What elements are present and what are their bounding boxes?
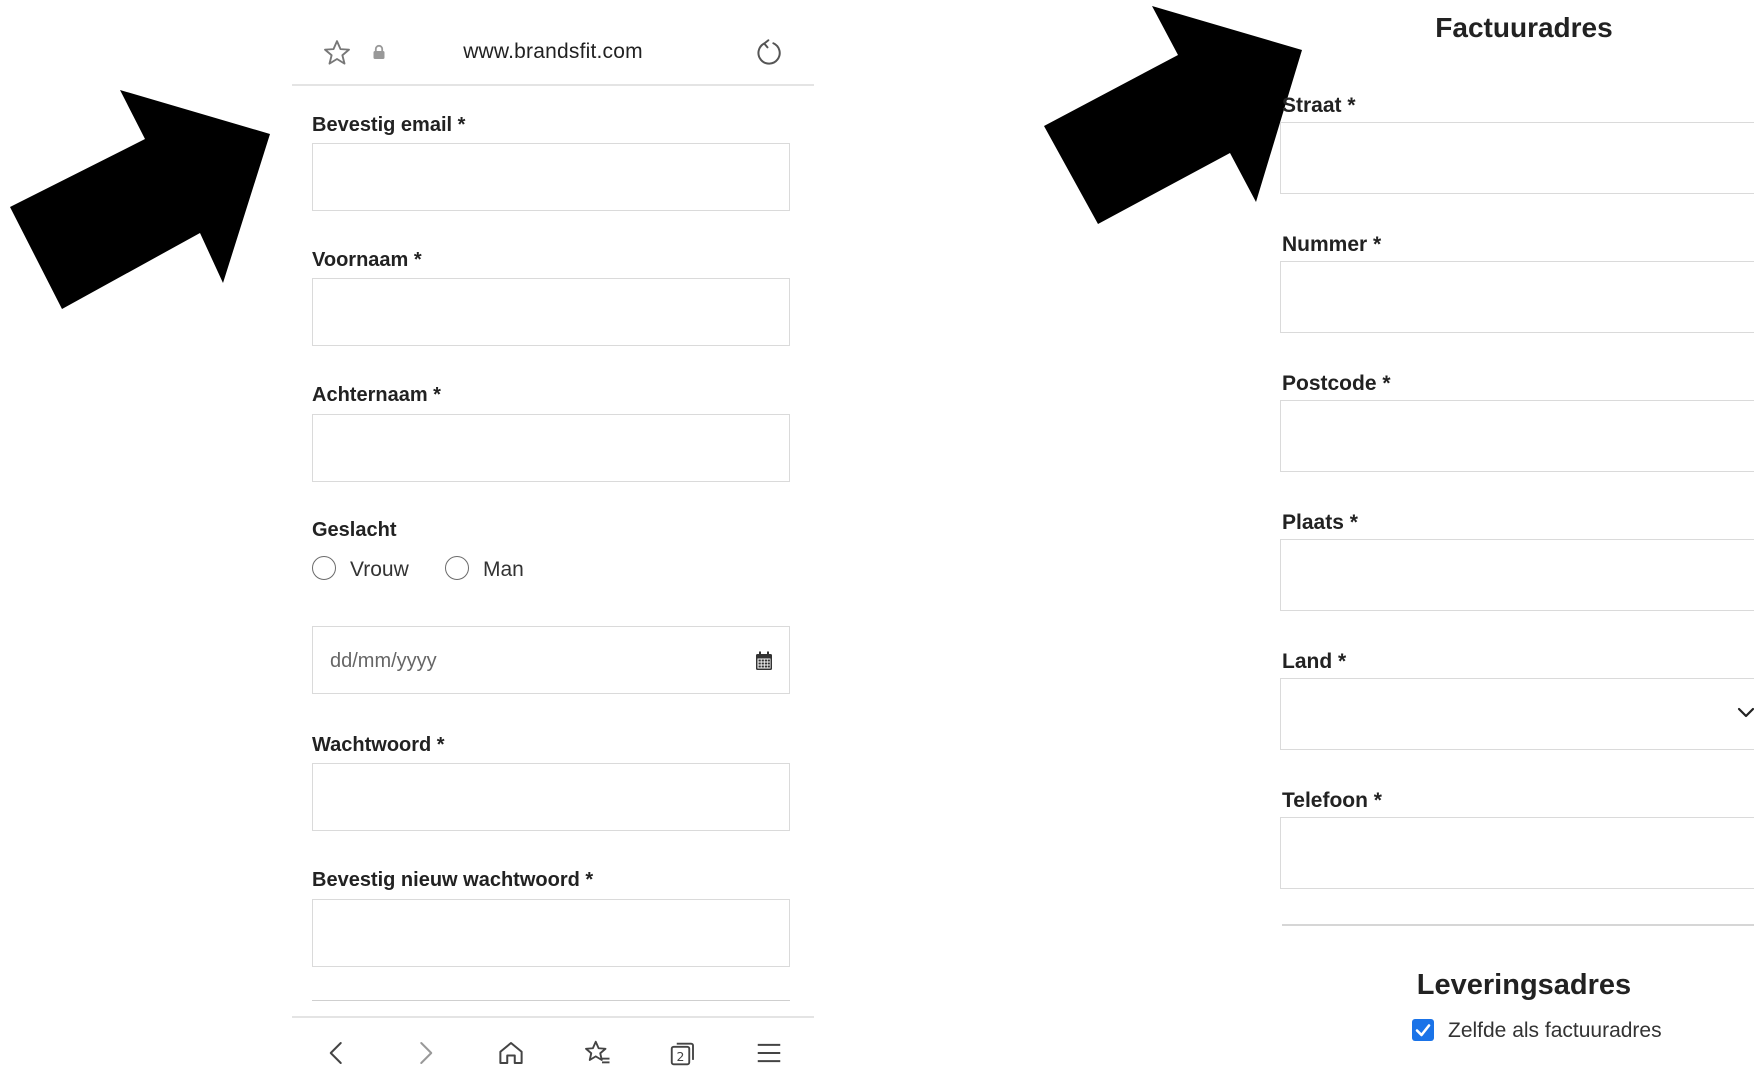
delivery-address-title: Leveringsadres: [1416, 969, 1632, 1001]
postcode-field-group: Postcode *: [1282, 372, 1754, 396]
city-input[interactable]: [1280, 539, 1754, 611]
gender-radio-vrouw[interactable]: [312, 556, 336, 580]
reload-icon[interactable]: [754, 38, 784, 68]
confirm-password-input[interactable]: [312, 899, 790, 967]
billing-address-panel: Factuuradres Straat * Nummer * Postcode …: [1280, 0, 1754, 1089]
checkmark-icon: [1415, 1024, 1431, 1037]
postcode-label: Postcode *: [1282, 372, 1391, 395]
password-label: Wachtwoord *: [312, 734, 445, 756]
tab-count: 2: [677, 1049, 685, 1064]
browser-bottom-toolbar: 2: [292, 1016, 814, 1091]
confirm-email-field-group: Bevestig email *: [312, 114, 792, 137]
tabs-icon[interactable]: 2: [668, 1038, 698, 1068]
form-divider: [312, 1000, 790, 1001]
confirm-email-input[interactable]: [312, 143, 790, 211]
country-label: Land *: [1282, 650, 1347, 673]
street-input[interactable]: [1280, 122, 1754, 194]
arrow-annotation-right-icon: [1044, 6, 1302, 224]
city-field-group: Plaats *: [1282, 511, 1754, 535]
postcode-input[interactable]: [1280, 400, 1754, 472]
gender-option-vrouw-label[interactable]: Vrouw: [350, 558, 409, 582]
last-name-field-group: Achternaam *: [312, 384, 792, 407]
number-label: Nummer *: [1282, 233, 1382, 256]
browser-url-bar: www.brandsfit.com: [292, 0, 814, 86]
first-name-input[interactable]: [312, 278, 790, 346]
number-field-group: Nummer *: [1282, 233, 1754, 257]
gender-field-group: Geslacht: [312, 519, 792, 542]
chevron-right-icon[interactable]: [410, 1038, 440, 1068]
same-as-billing-label[interactable]: Zelfde als factuuradres: [1448, 1019, 1662, 1043]
last-name-label: Achternaam *: [312, 384, 441, 406]
confirm-password-field-group: Bevestig nieuw wachtwoord *: [312, 869, 792, 892]
home-icon[interactable]: [496, 1038, 526, 1068]
phone-label: Telefoon *: [1282, 789, 1382, 812]
gender-radio-man[interactable]: [445, 556, 469, 580]
chevron-left-icon[interactable]: [322, 1038, 352, 1068]
birthdate-placeholder: dd/mm/yyyy: [330, 650, 437, 672]
last-name-input[interactable]: [312, 414, 790, 482]
calendar-icon[interactable]: [755, 651, 773, 671]
first-name-field-group: Voornaam *: [312, 249, 792, 272]
city-label: Plaats *: [1282, 511, 1358, 534]
confirm-email-label: Bevestig email *: [312, 114, 466, 136]
country-field-group: Land *: [1282, 650, 1754, 674]
password-field-group: Wachtwoord *: [312, 734, 792, 757]
section-divider: [1282, 924, 1754, 926]
chevron-down-icon[interactable]: [1736, 705, 1754, 721]
billing-address-title: Factuuradres: [1435, 12, 1613, 43]
password-input[interactable]: [312, 763, 790, 831]
same-as-billing-checkbox[interactable]: [1412, 1019, 1434, 1041]
hamburger-menu-icon[interactable]: [754, 1038, 784, 1068]
phone-field-group: Telefoon *: [1282, 789, 1754, 813]
phone-input[interactable]: [1280, 817, 1754, 889]
birthdate-input[interactable]: dd/mm/yyyy: [312, 626, 790, 694]
arrow-annotation-left-icon: [10, 90, 270, 309]
url-text[interactable]: www.brandsfit.com: [292, 40, 814, 64]
street-label: Straat *: [1282, 94, 1356, 117]
gender-option-man-label[interactable]: Man: [483, 558, 524, 582]
first-name-label: Voornaam *: [312, 249, 422, 271]
number-input[interactable]: [1280, 261, 1754, 333]
bookmarks-icon[interactable]: [582, 1038, 612, 1068]
street-field-group: Straat *: [1282, 94, 1754, 118]
gender-radio-group: Vrouw Man: [312, 556, 792, 586]
mobile-browser-panel: www.brandsfit.com Bevestig email * Voorn…: [292, 0, 814, 1091]
confirm-password-label: Bevestig nieuw wachtwoord *: [312, 869, 594, 891]
country-select[interactable]: [1280, 678, 1754, 750]
gender-label: Geslacht: [312, 519, 397, 541]
